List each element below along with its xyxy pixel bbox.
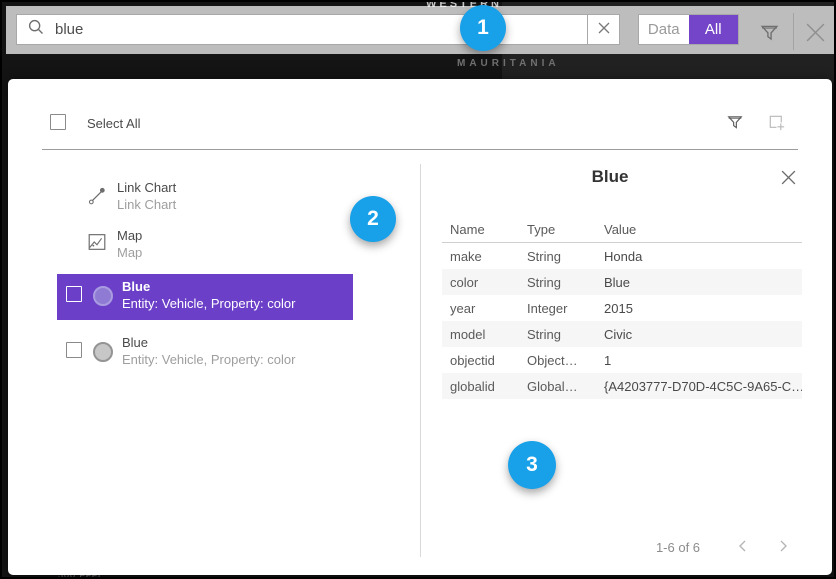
result-checkbox[interactable] xyxy=(66,342,82,358)
result-checkbox[interactable] xyxy=(66,286,82,302)
list-item-subtitle: Entity: Vehicle, Property: color xyxy=(122,296,295,311)
entity-circle-icon xyxy=(93,286,113,306)
search-input[interactable] xyxy=(53,20,587,39)
cell-type: String xyxy=(519,327,596,342)
close-icon[interactable] xyxy=(804,21,827,49)
search-icon xyxy=(27,18,45,41)
panel-header-divider xyxy=(42,149,798,150)
cell-type: Global… xyxy=(519,379,596,394)
cell-type: Object… xyxy=(519,353,596,368)
cell-name: make xyxy=(442,249,519,264)
table-row: model String Civic xyxy=(442,321,802,347)
toolbar-divider xyxy=(793,13,794,50)
toggle-option-data[interactable]: Data xyxy=(639,15,689,44)
app-window: WESTERN MAURITANIA 500 Feet Data All xyxy=(0,0,836,579)
cell-value: Honda xyxy=(596,249,802,264)
cell-value: Civic xyxy=(596,327,802,342)
cell-name: model xyxy=(442,327,519,342)
map-label-mauritania: MAURITANIA xyxy=(457,58,560,69)
chevron-right-icon[interactable] xyxy=(776,539,790,558)
panel-split-divider xyxy=(420,164,421,557)
cell-type: String xyxy=(519,275,596,290)
cell-name: objectid xyxy=(442,353,519,368)
attribute-table-header: Name Type Value xyxy=(442,215,802,243)
cell-value: Blue xyxy=(596,275,802,290)
add-selection-icon[interactable] xyxy=(766,112,787,138)
cell-name: year xyxy=(442,301,519,316)
annotation-callout-2: 2 xyxy=(350,196,396,242)
close-icon[interactable] xyxy=(780,169,797,191)
search-toolbar: Data All xyxy=(6,6,834,54)
table-row: year Integer 2015 xyxy=(442,295,802,321)
select-all-checkbox[interactable] xyxy=(50,114,66,130)
attribute-table: make String Honda color String Blue year… xyxy=(442,243,802,399)
column-header-value: Value xyxy=(596,222,802,237)
annotation-callout-3: 3 xyxy=(508,441,556,489)
list-item-title[interactable]: Map xyxy=(117,228,142,243)
table-row: make String Honda xyxy=(442,243,802,269)
cell-type: String xyxy=(519,249,596,264)
filter-icon[interactable] xyxy=(759,22,780,48)
table-row: color String Blue xyxy=(442,269,802,295)
search-mode-toggle: Data All xyxy=(638,14,739,45)
cell-value: {A4203777-D70D-4C5C-9A65-C… xyxy=(596,379,802,394)
results-panel: Select All Link Chart Link Chart Map Map… xyxy=(8,79,832,575)
list-item-title[interactable]: Link Chart xyxy=(117,180,176,195)
toggle-option-all[interactable]: All xyxy=(689,15,739,44)
detail-title: Blue xyxy=(420,167,800,187)
table-row: objectid Object… 1 xyxy=(442,347,802,373)
column-header-name: Name xyxy=(442,222,519,237)
cell-value: 2015 xyxy=(596,301,802,316)
list-item-subtitle: Map xyxy=(117,245,142,260)
list-item-title[interactable]: Blue xyxy=(122,335,148,350)
table-row: globalid Global… {A4203777-D70D-4C5C-9A6… xyxy=(442,373,802,399)
cell-name: globalid xyxy=(442,379,519,394)
select-all-label: Select All xyxy=(87,116,140,131)
chevron-left-icon[interactable] xyxy=(736,539,750,558)
clear-search-button[interactable] xyxy=(587,14,620,45)
filter-icon[interactable] xyxy=(726,113,744,136)
map-icon xyxy=(86,231,108,258)
entity-circle-icon xyxy=(93,342,113,362)
cell-type: Integer xyxy=(519,301,596,316)
list-item-subtitle: Entity: Vehicle, Property: color xyxy=(122,352,295,367)
annotation-callout-1: 1 xyxy=(460,5,506,51)
link-chart-icon xyxy=(86,185,108,212)
pagination-label: 1-6 of 6 xyxy=(616,540,740,555)
list-item-subtitle: Link Chart xyxy=(117,197,176,212)
list-item-title[interactable]: Blue xyxy=(122,279,150,294)
clear-icon xyxy=(598,21,610,39)
cell-name: color xyxy=(442,275,519,290)
column-header-type: Type xyxy=(519,222,596,237)
cell-value: 1 xyxy=(596,353,802,368)
